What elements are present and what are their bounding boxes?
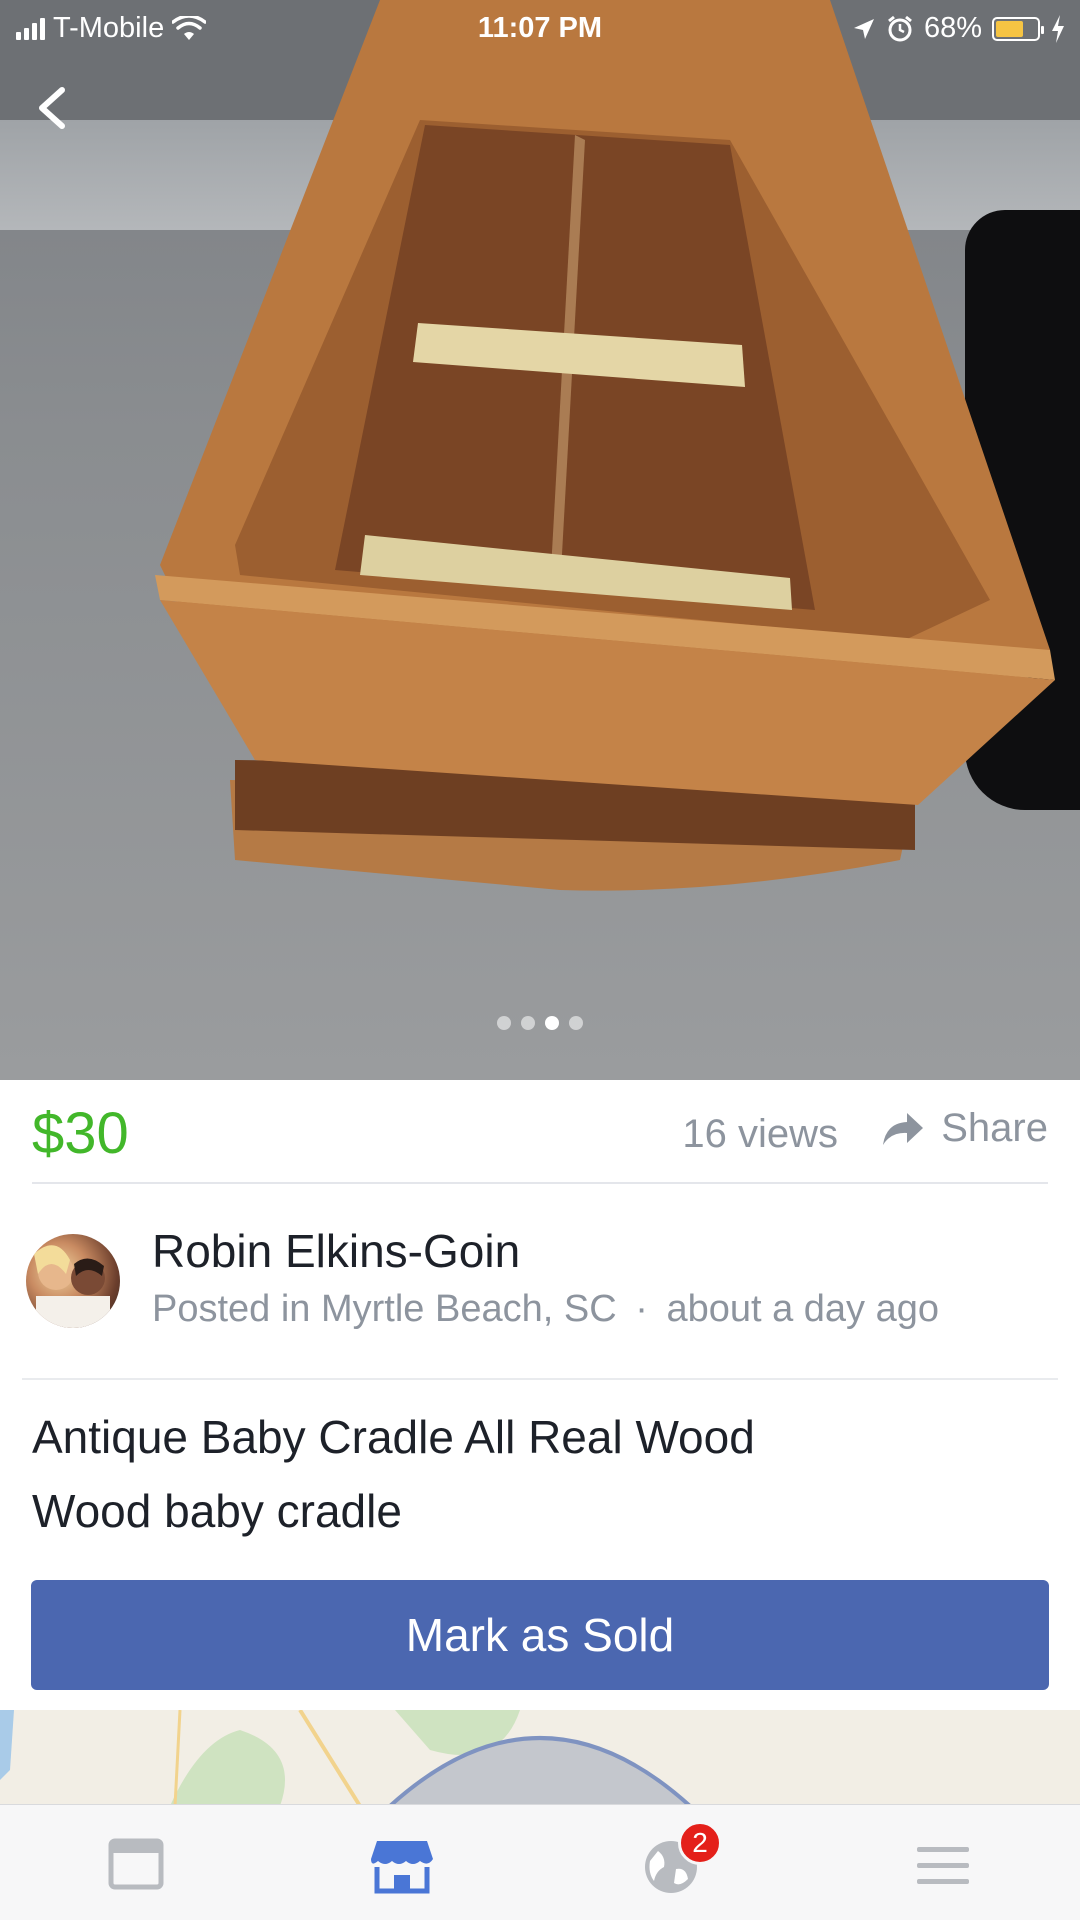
location-map[interactable] (0, 1710, 1080, 1806)
gallery-dot[interactable] (521, 1016, 535, 1030)
tab-bar: 2 (0, 1804, 1080, 1920)
share-label: Share (941, 1106, 1048, 1150)
seller-section: Robin Elkins-Goin Posted in Myrtle Beach… (22, 1186, 1058, 1380)
back-button[interactable] (28, 78, 78, 138)
mark-as-sold-label: Mark as Sold (405, 1609, 675, 1661)
mark-as-sold-button[interactable]: Mark as Sold (31, 1580, 1049, 1690)
tab-marketplace[interactable] (367, 1835, 437, 1895)
seller-meta: Posted in Myrtle Beach, SC · about a day… (152, 1288, 939, 1331)
status-right: 68% (852, 12, 1066, 45)
charging-icon (1052, 14, 1064, 43)
posted-time: about a day ago (666, 1288, 940, 1330)
battery-percent: 68% (923, 12, 982, 44)
gallery-pagination (0, 1016, 1080, 1030)
tab-notifications[interactable]: 2 (636, 1821, 722, 1895)
marketplace-icon (371, 1841, 433, 1894)
tab-menu[interactable] (908, 1835, 978, 1895)
notification-badge: 2 (678, 1821, 722, 1865)
meta-separator: · (635, 1288, 648, 1330)
map-graphic (0, 1710, 1080, 1806)
listing-photo[interactable] (0, 0, 1080, 1080)
share-arrow-icon (883, 1112, 924, 1145)
listing-title: Antique Baby Cradle All Real Wood (32, 1411, 755, 1463)
menu-icon (917, 1847, 969, 1884)
tab-news-feed[interactable] (101, 1835, 171, 1895)
avatar-photo (34, 1245, 110, 1328)
avatar[interactable] (26, 1234, 120, 1328)
alarm-icon (888, 15, 912, 41)
share-button[interactable]: Share (881, 1106, 1048, 1151)
gallery-dot[interactable] (545, 1016, 559, 1030)
seller-name[interactable]: Robin Elkins-Goin (152, 1224, 520, 1278)
listing-price: $30 (32, 1101, 129, 1166)
location-arrow-icon (853, 18, 874, 39)
cradle-illustration (155, 0, 1055, 891)
news-feed-icon (108, 1838, 164, 1890)
listing-description: Wood baby cradle (32, 1485, 402, 1537)
gallery-dot[interactable] (497, 1016, 511, 1030)
battery-icon (992, 16, 1044, 41)
chevron-left-icon (39, 87, 65, 129)
status-bar: T-Mobile 11:07 PM 68% (0, 0, 1080, 56)
gallery-dot[interactable] (569, 1016, 583, 1030)
price-row: $30 16 views Share (32, 1080, 1048, 1184)
views-count: 16 views (682, 1112, 838, 1156)
seller-location: Posted in Myrtle Beach, SC (152, 1288, 617, 1330)
